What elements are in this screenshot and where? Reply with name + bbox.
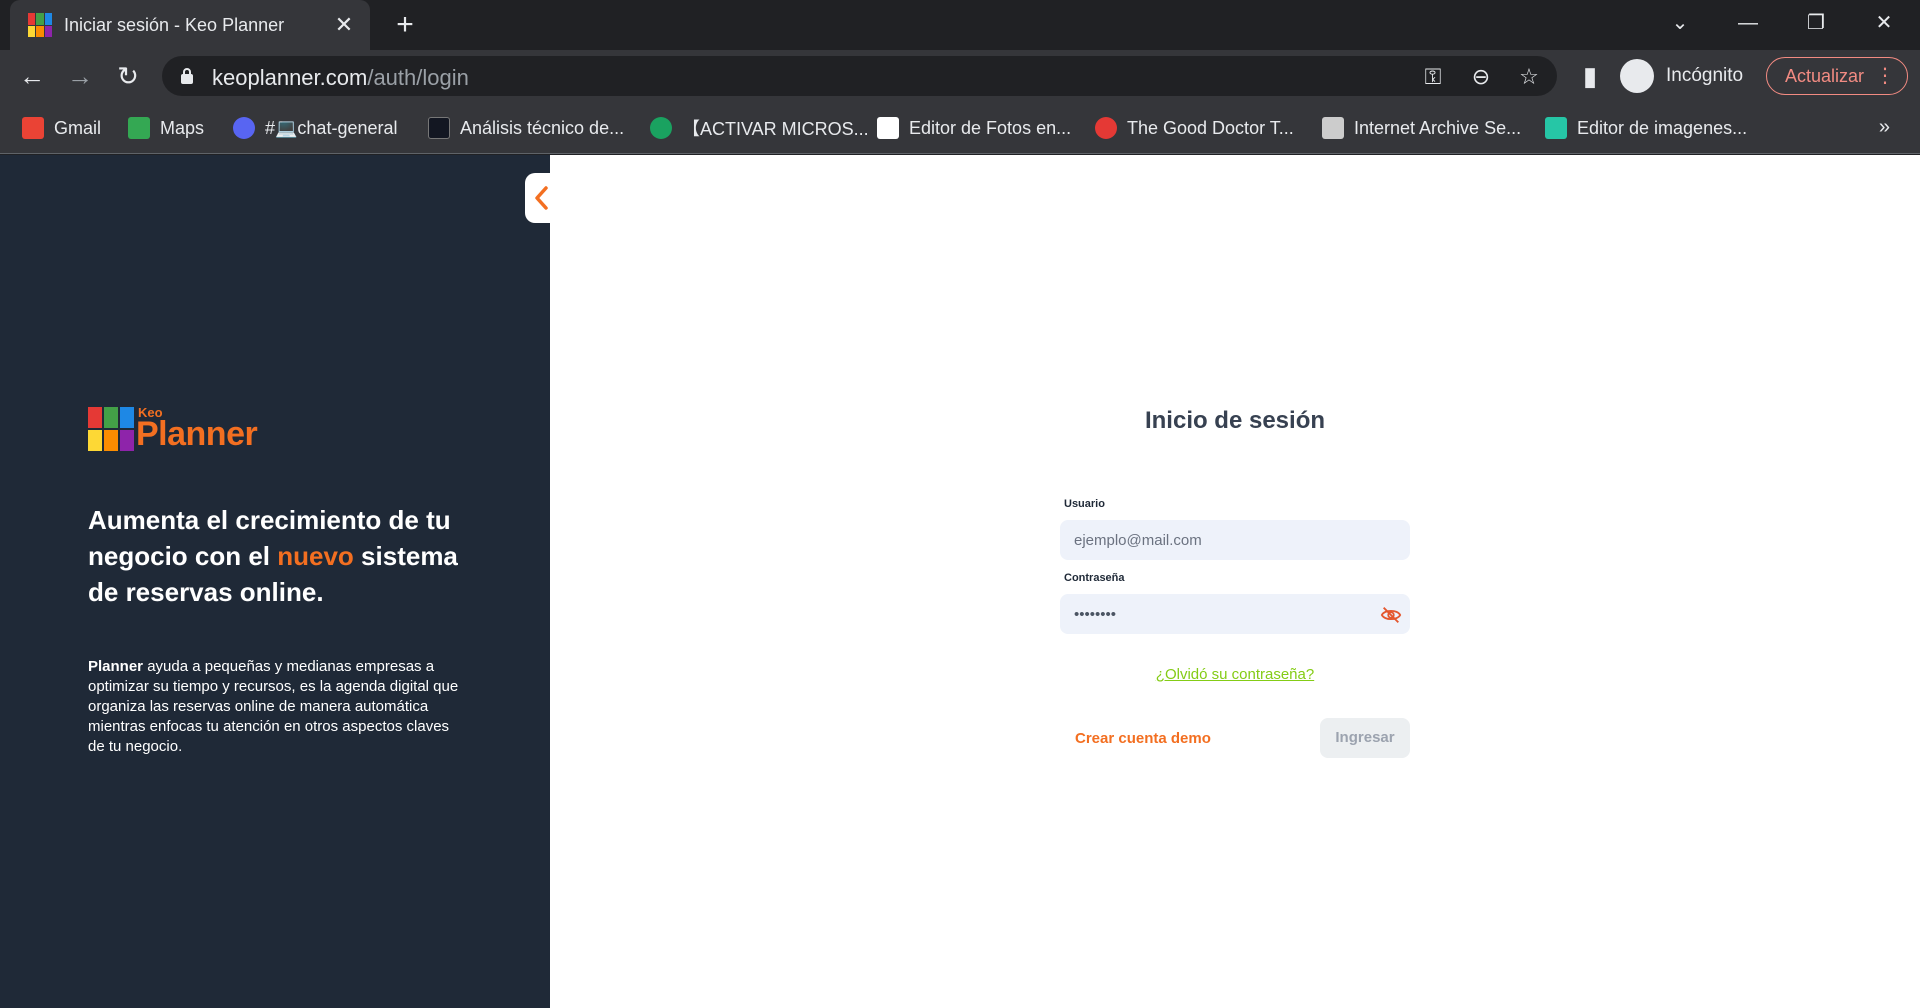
good-doctor-icon (1095, 117, 1117, 139)
promo-description: Planner ayuda a pequeñas y medianas empr… (88, 657, 468, 757)
bookmark-internet-archive[interactable]: Internet Archive Se... (1322, 114, 1521, 142)
lock-icon (181, 68, 193, 84)
url-host: keoplanner.com (212, 65, 368, 90)
reload-button[interactable]: ↻ (112, 60, 144, 92)
login-button[interactable]: Ingresar (1320, 718, 1410, 758)
url-path: /auth/login (367, 65, 469, 90)
page-content: Keo Planner Aumenta el crecimiento de tu… (0, 155, 1920, 1008)
bookmark-activar[interactable]: 【ACTIVAR MICROS... (650, 114, 869, 142)
keo-planner-logo: Keo Planner (88, 405, 288, 457)
hero-accent: nuevo (277, 541, 354, 571)
key-icon[interactable]: ⚿ (1420, 64, 1446, 90)
photo-editor-icon (877, 117, 899, 139)
maps-icon (128, 117, 150, 139)
new-tab-button[interactable]: + (390, 10, 420, 40)
forgot-password-link[interactable]: ¿Olvidó su contraseña? (1060, 666, 1410, 683)
user-label: Usuario (1064, 498, 1105, 510)
discord-icon (233, 117, 255, 139)
bookmark-maps[interactable]: Maps (128, 114, 204, 142)
keo-planner-favicon-icon (28, 13, 52, 37)
gmail-icon (22, 117, 44, 139)
more-bookmarks-icon[interactable]: » (1879, 116, 1890, 139)
login-title: Inicio de sesión (1144, 407, 1326, 434)
browser-toolbar: ← → ↻ keoplanner.com/auth/login ⚿ ⊖ ☆ ▮ … (0, 50, 1920, 102)
bookmark-good-doctor[interactable]: The Good Doctor T... (1095, 114, 1294, 142)
incognito-indicator[interactable]: Incógnito (1620, 58, 1743, 94)
bookmark-tradingview[interactable]: Análisis técnico de... (428, 114, 624, 142)
bookmark-label: Análisis técnico de... (460, 117, 625, 138)
side-panel-icon[interactable]: ▮ (1574, 60, 1606, 92)
logo-planner-text: Planner (136, 415, 258, 453)
desc-text: ayuda a pequeñas y medianas empresas a o… (88, 658, 459, 755)
tradingview-icon (428, 117, 450, 139)
incognito-label: Incógnito (1666, 65, 1744, 86)
restore-button[interactable]: ❐ (1796, 8, 1836, 38)
bookmark-label: Internet Archive Se... (1354, 117, 1522, 138)
incognito-icon (1620, 59, 1654, 93)
bookmark-label: #💻chat-general (265, 117, 398, 138)
promo-sidebar: Keo Planner Aumenta el crecimiento de tu… (0, 155, 550, 1008)
bookmark-chat-general[interactable]: #💻chat-general (233, 114, 398, 142)
tab-search-icon[interactable]: ⌄ (1660, 8, 1700, 38)
bookmark-label: Gmail (54, 117, 102, 138)
internet-archive-icon (1322, 117, 1344, 139)
activar-icon (650, 117, 672, 139)
address-bar[interactable]: keoplanner.com/auth/login ⚿ ⊖ ☆ (162, 56, 1557, 96)
hero-heading: Aumenta el crecimiento de tu negocio con… (88, 502, 488, 610)
url-text: keoplanner.com/auth/login (212, 65, 469, 91)
image-editor-icon (1545, 117, 1567, 139)
collapse-sidebar-button[interactable] (525, 173, 555, 223)
forward-button[interactable]: → (64, 60, 96, 92)
bookmark-editor-fotos[interactable]: Editor de Fotos en... (877, 114, 1071, 142)
eye-off-icon[interactable] (1380, 604, 1402, 626)
bookmark-label: The Good Doctor T... (1127, 117, 1294, 138)
bookmark-label: Maps (160, 117, 205, 138)
chevron-left-icon (535, 186, 548, 210)
password-label: Contraseña (1064, 572, 1125, 584)
create-demo-account-link[interactable]: Crear cuenta demo (1075, 730, 1211, 747)
minimize-button[interactable]: — (1728, 8, 1768, 38)
tab-title: Iniciar sesión - Keo Planner (64, 14, 285, 35)
bookmark-label: Editor de imagenes... (1577, 117, 1748, 138)
tab-strip: Iniciar sesión - Keo Planner ✕ + ⌄ — ❐ ✕ (0, 0, 1920, 50)
password-input[interactable] (1060, 594, 1410, 634)
close-tab-icon[interactable]: ✕ (332, 13, 356, 37)
bookmark-gmail[interactable]: Gmail (22, 114, 101, 142)
more-menu-icon[interactable]: ⋮ (1875, 58, 1895, 94)
star-icon[interactable]: ☆ (1516, 64, 1542, 90)
logo-squares-icon (88, 407, 134, 451)
update-label: Actualizar (1785, 66, 1865, 86)
bookmarks-bar: Gmail Maps #💻chat-general Análisis técni… (0, 102, 1920, 154)
close-window-button[interactable]: ✕ (1864, 8, 1904, 38)
zoom-icon[interactable]: ⊖ (1468, 64, 1494, 90)
bookmark-label: 【ACTIVAR MICROS... (682, 119, 869, 139)
back-button[interactable]: ← (16, 60, 48, 92)
update-button[interactable]: Actualizar ⋮ (1766, 57, 1908, 95)
desc-bold: Planner (88, 658, 144, 675)
active-tab[interactable]: Iniciar sesión - Keo Planner ✕ (10, 0, 370, 50)
user-input[interactable] (1060, 520, 1410, 560)
bookmark-editor-imagenes[interactable]: Editor de imagenes... (1545, 114, 1747, 142)
bookmark-label: Editor de Fotos en... (909, 117, 1072, 138)
